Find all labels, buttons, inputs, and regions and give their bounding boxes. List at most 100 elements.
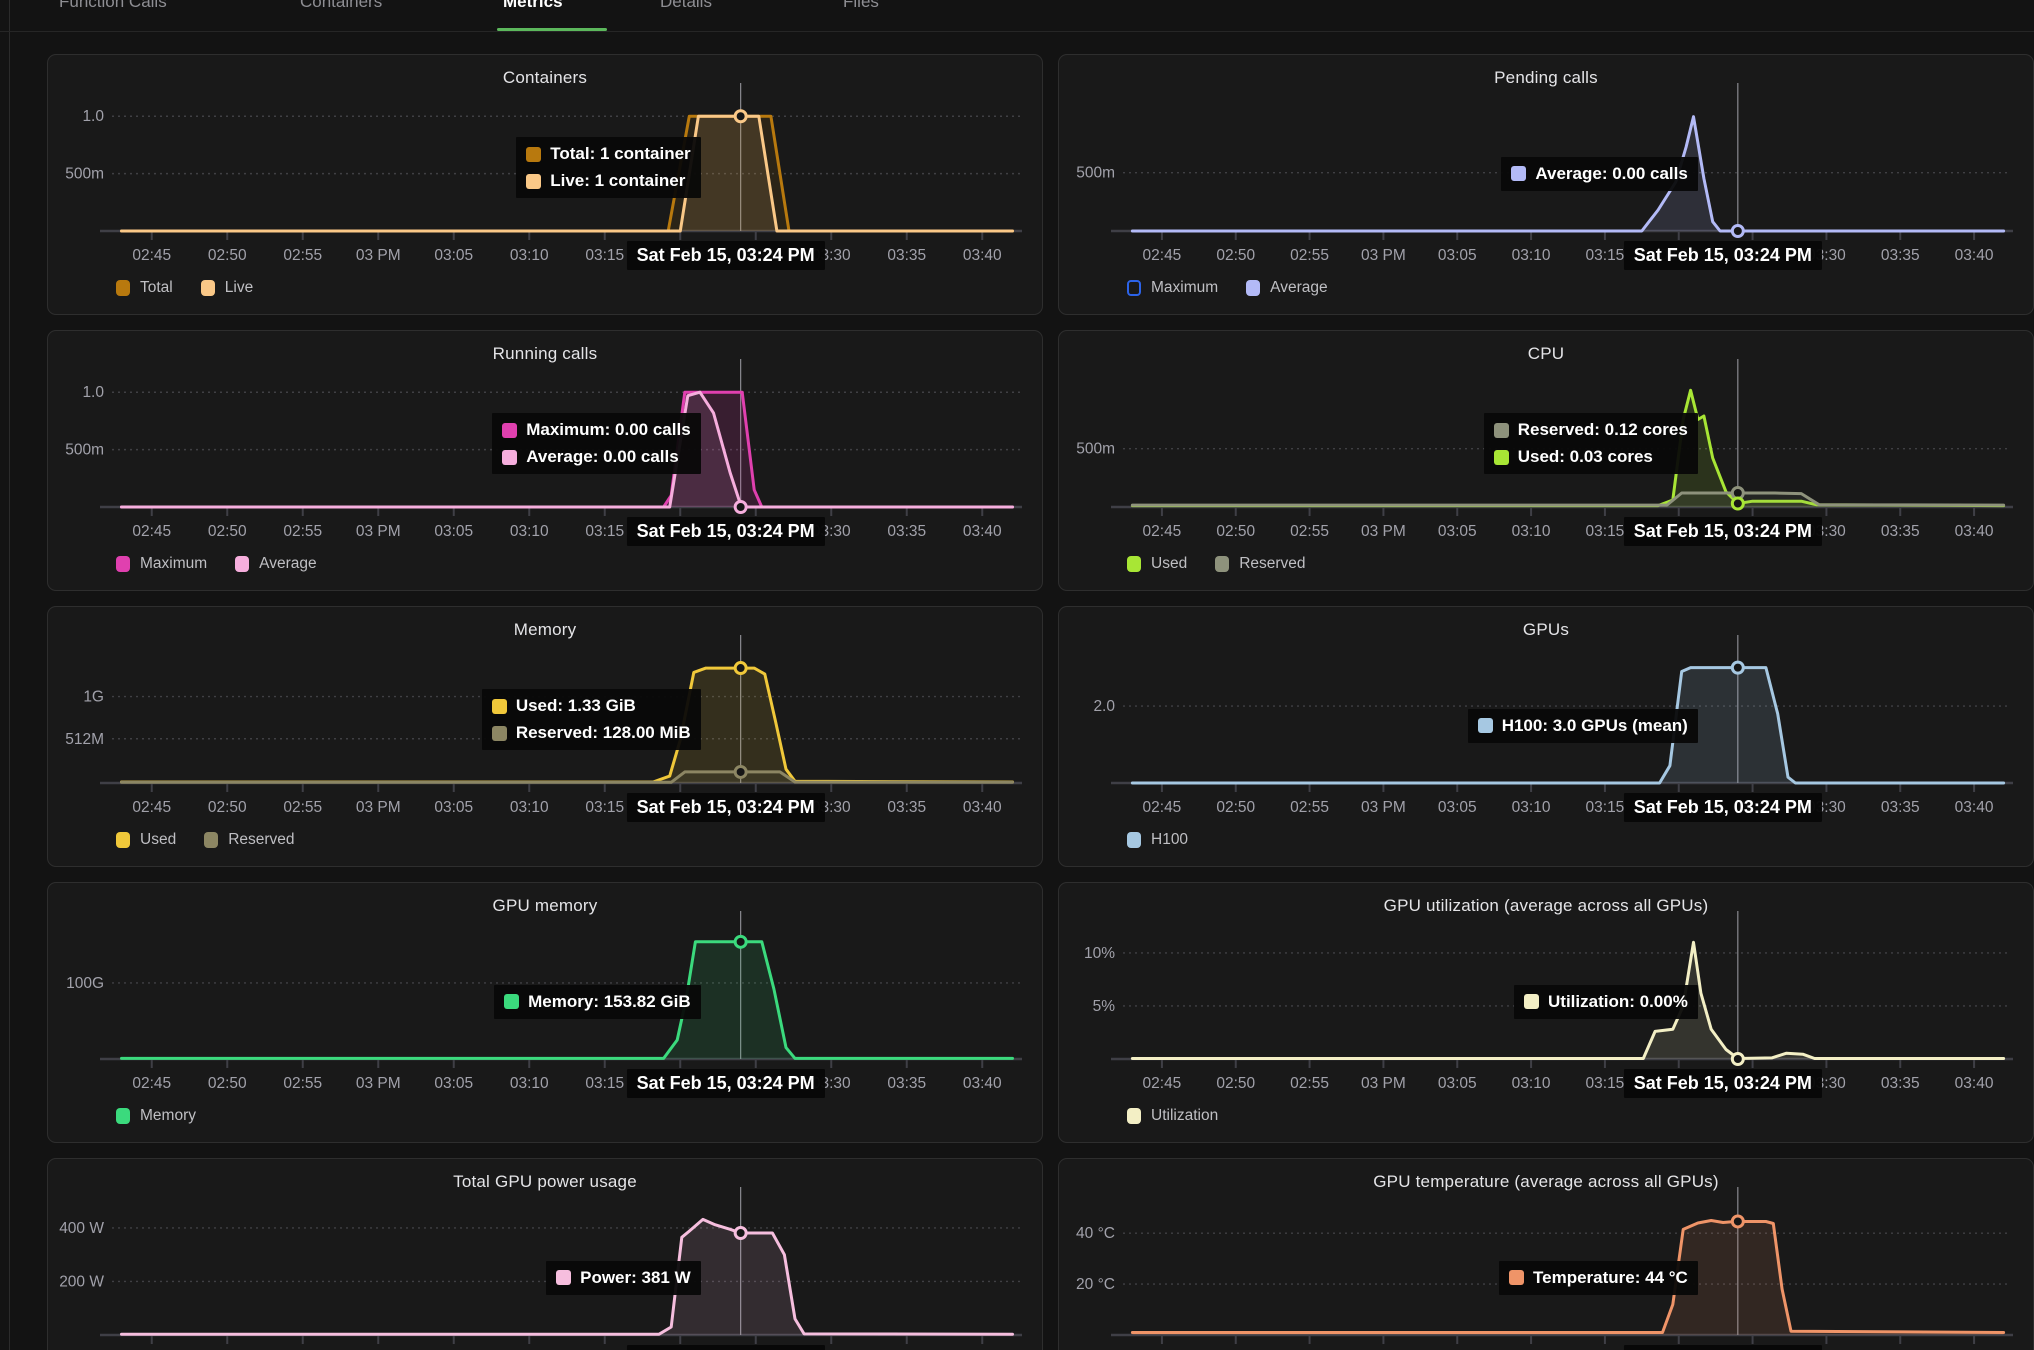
y-axis-tick-label: 400 W: [59, 1220, 104, 1237]
x-axis-tick-label: 02:50: [1216, 523, 1255, 540]
x-axis-tick-label: 02:50: [208, 799, 247, 816]
legend-item-total[interactable]: Total: [116, 279, 173, 297]
y-axis-tick-label: 40 °C: [1076, 1225, 1115, 1242]
x-axis-tick-label: 02:55: [1290, 247, 1329, 264]
y-axis-tick-label: 1G: [83, 689, 104, 706]
legend-color-swatch: [1215, 556, 1229, 572]
tooltip-value-text: Memory: 153.82 GiB: [528, 992, 691, 1012]
series-color-swatch: [556, 1270, 571, 1285]
x-axis-tick-label: 02:55: [1290, 1075, 1329, 1092]
tab-details[interactable]: Details: [660, 0, 712, 12]
hover-marker: [1732, 226, 1743, 237]
tooltip-value-text: Used: 1.33 GiB: [516, 696, 636, 716]
chart-tooltip: Utilization: 0.00%: [1514, 985, 1698, 1019]
x-axis-tick-label: 03:35: [1881, 523, 1920, 540]
x-axis-tick-label: 03:10: [1512, 799, 1551, 816]
x-axis-tick-label: 03:35: [887, 523, 926, 540]
y-axis-tick-label: 10%: [1084, 945, 1115, 962]
x-axis-tick-label: 02:45: [132, 1075, 171, 1092]
crosshair-date-label: Sat Feb 15, 03:24 PM: [1624, 793, 1822, 822]
x-axis-tick-label: 03:40: [963, 523, 1002, 540]
x-axis-tick-label: 03:40: [963, 1075, 1002, 1092]
legend-color-swatch: [1127, 1108, 1141, 1124]
chart-plot-area[interactable]: 100G02:4502:5002:5503 PM03:0503:1003:150…: [48, 883, 1042, 1142]
x-axis-tick-label: 03:35: [1881, 1075, 1920, 1092]
chart-tooltip: Reserved: 0.12 coresUsed: 0.03 cores: [1484, 413, 1698, 474]
legend-item-memory[interactable]: Memory: [116, 1107, 196, 1125]
y-axis-tick-label: 500m: [1076, 441, 1115, 458]
hover-marker: [735, 663, 746, 674]
hover-marker: [735, 111, 746, 122]
tooltip-row: Temperature: 44 °C: [1509, 1268, 1688, 1288]
legend-item-h100[interactable]: H100: [1127, 831, 1188, 849]
x-axis-tick-label: 03:15: [585, 247, 624, 264]
chart-card-total-gpu-power-usage: Total GPU power usage400 W200 W02:4502:5…: [47, 1158, 1043, 1350]
legend-item-utilization[interactable]: Utilization: [1127, 1107, 1218, 1125]
tooltip-row: Power: 381 W: [556, 1268, 691, 1288]
tab-metrics[interactable]: Metrics: [503, 0, 563, 12]
series-color-swatch: [1509, 1270, 1524, 1285]
tab-files[interactable]: Files: [843, 0, 879, 12]
x-axis-tick-label: 03:35: [887, 1075, 926, 1092]
x-axis-tick-label: 03:05: [1438, 247, 1477, 264]
legend-label: Reserved: [1239, 555, 1305, 573]
series-color-swatch: [1494, 450, 1509, 465]
chart-card-pending-calls: Pending calls500m02:4502:5002:5503 PM03:…: [1058, 54, 2034, 315]
x-axis-tick-label: 02:45: [132, 523, 171, 540]
legend-label: Live: [225, 279, 253, 297]
legend-item-reserved[interactable]: Reserved: [1215, 555, 1305, 573]
x-axis-tick-label: 03 PM: [356, 799, 401, 816]
x-axis-tick-label: 03 PM: [1361, 1075, 1406, 1092]
y-axis-tick-label: 500m: [65, 442, 104, 459]
x-axis-tick-label: 03:05: [434, 247, 473, 264]
x-axis-tick-label: 03:05: [1438, 799, 1477, 816]
series-color-swatch: [502, 423, 517, 438]
x-axis-tick-label: 02:45: [1143, 1075, 1182, 1092]
chart-plot-area[interactable]: 1G512M02:4502:5002:5503 PM03:0503:1003:1…: [48, 607, 1042, 866]
chart-legend: Memory: [116, 1107, 196, 1125]
legend-item-maximum[interactable]: Maximum: [1127, 279, 1218, 297]
x-axis-tick-label: 03:05: [1438, 1075, 1477, 1092]
hover-marker: [1732, 1054, 1743, 1065]
legend-item-used[interactable]: Used: [116, 831, 176, 849]
tooltip-value-text: Temperature: 44 °C: [1533, 1268, 1688, 1288]
x-axis-tick-label: 03:15: [585, 523, 624, 540]
legend-label: H100: [1151, 831, 1188, 849]
chart-legend: Utilization: [1127, 1107, 1218, 1125]
x-axis-tick-label: 03:35: [1881, 247, 1920, 264]
tab-containers[interactable]: Containers: [300, 0, 382, 12]
legend-item-reserved[interactable]: Reserved: [204, 831, 294, 849]
legend-item-live[interactable]: Live: [201, 279, 253, 297]
chart-legend: Maximum Average: [1127, 279, 1328, 297]
x-axis-tick-label: 02:45: [1143, 799, 1182, 816]
tab-bar: Function Calls Containers Metrics Detail…: [0, 0, 2034, 32]
tab-function-calls[interactable]: Function Calls: [59, 0, 167, 12]
chart-legend: Total Live: [116, 279, 253, 297]
chart-card-cpu: CPU500m02:4502:5002:5503 PM03:0503:1003:…: [1058, 330, 2034, 591]
chart-plot-area[interactable]: 500m02:4502:5002:5503 PM03:0503:1003:150…: [1059, 331, 2033, 590]
tooltip-row: Live: 1 container: [526, 171, 690, 191]
chart-plot-area[interactable]: 2.002:4502:5002:5503 PM03:0503:1003:1503…: [1059, 607, 2033, 866]
tooltip-row: Average: 0.00 calls: [1511, 164, 1687, 184]
x-axis-tick-label: 03 PM: [356, 1075, 401, 1092]
legend-item-average[interactable]: Average: [1246, 279, 1327, 297]
x-axis-tick-label: 02:45: [1143, 247, 1182, 264]
chart-plot-area[interactable]: 40 °C20 °C02:4502:5002:5503 PM03:0503:10…: [1059, 1159, 2033, 1350]
chart-card-gpus: GPUs2.002:4502:5002:5503 PM03:0503:1003:…: [1058, 606, 2034, 867]
chart-plot-area[interactable]: 10%5%02:4502:5002:5503 PM03:0503:1003:15…: [1059, 883, 2033, 1142]
legend-item-average[interactable]: Average: [235, 555, 316, 573]
x-axis-tick-label: 02:55: [283, 523, 322, 540]
chart-plot-area[interactable]: 1.0500m02:4502:5002:5503 PM03:0503:1003:…: [48, 331, 1042, 590]
legend-label: Utilization: [1151, 1107, 1218, 1125]
tooltip-row: Maximum: 0.00 calls: [502, 420, 690, 440]
chart-legend: Used Reserved: [1127, 555, 1306, 573]
legend-item-used[interactable]: Used: [1127, 555, 1187, 573]
chart-plot-area[interactable]: 1.0500m02:4502:5002:5503 PM03:0503:1003:…: [48, 55, 1042, 314]
chart-card-gpu-temperature-average-across-all-gpus: GPU temperature (average across all GPUs…: [1058, 1158, 2034, 1350]
tooltip-row: Memory: 153.82 GiB: [504, 992, 691, 1012]
legend-item-maximum[interactable]: Maximum: [116, 555, 207, 573]
legend-label: Total: [140, 279, 173, 297]
chart-plot-area[interactable]: 500m02:4502:5002:5503 PM03:0503:1003:150…: [1059, 55, 2033, 314]
x-axis-tick-label: 03:40: [1955, 1075, 1994, 1092]
chart-plot-area[interactable]: 400 W200 W02:4502:5002:5503 PM03:0503:10…: [48, 1159, 1042, 1350]
